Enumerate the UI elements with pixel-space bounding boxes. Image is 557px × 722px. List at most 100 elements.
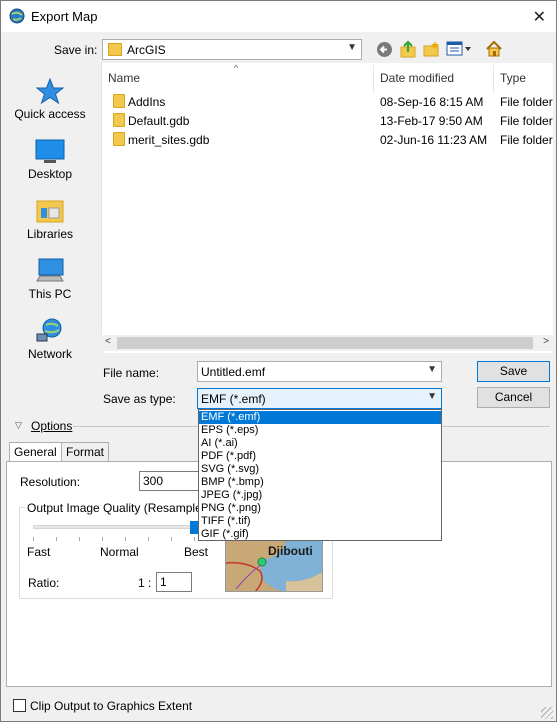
quality-tick-normal: Normal (100, 545, 139, 559)
column-divider (373, 65, 374, 93)
quality-slider-thumb[interactable] (190, 521, 198, 534)
column-header-date[interactable]: Date modified (380, 71, 454, 85)
folder-icon (113, 94, 125, 108)
type-option[interactable]: GIF (*.gif) (199, 528, 441, 541)
file-date: 08-Sep-16 8:15 AM (380, 95, 484, 109)
place-label: Quick access (14, 107, 86, 121)
type-option[interactable]: TIFF (*.tif) (199, 515, 441, 528)
scroll-right-icon[interactable]: > (543, 336, 549, 347)
place-label: Libraries (26, 227, 74, 241)
horizontal-scrollbar[interactable]: < > (101, 335, 553, 351)
column-header-type[interactable]: Type (500, 71, 526, 85)
save-in-value: ArcGIS (127, 43, 166, 57)
arcmap-globe-icon (9, 8, 25, 24)
file-name: Default.gdb (128, 114, 190, 128)
column-header-name[interactable]: Name (108, 71, 140, 85)
type-option[interactable]: PDF (*.pdf) (199, 450, 441, 463)
close-button[interactable]: ✕ (533, 7, 546, 27)
file-name-combo[interactable]: Untitled.emf ▼ (197, 361, 442, 382)
collapse-icon[interactable]: ▽ (15, 420, 22, 431)
map-label: Djibouti (268, 544, 313, 558)
save-as-type-value: EMF (*.emf) (201, 392, 266, 406)
folder-icon (108, 43, 122, 56)
tab-general[interactable]: General (9, 442, 62, 462)
place-libraries[interactable]: Libraries (6, 197, 94, 241)
ratio-label: Ratio: (28, 576, 60, 590)
title-bar: Export Map ✕ (1, 1, 556, 32)
file-name-label: File name: (103, 366, 160, 380)
file-list[interactable]: ^ Name Date modified Type AddIns 08-Sep-… (101, 63, 553, 353)
file-type: File folder (500, 133, 553, 147)
type-option[interactable]: BMP (*.bmp) (199, 476, 441, 489)
file-date: 02-Jun-16 11:23 AM (380, 133, 488, 147)
file-name: merit_sites.gdb (128, 133, 210, 147)
file-date: 13-Feb-17 9:50 AM (380, 114, 483, 128)
quality-slider-track[interactable] (33, 525, 195, 529)
star-icon (35, 77, 65, 105)
up-folder-icon[interactable] (399, 40, 417, 58)
file-type: File folder (500, 95, 553, 109)
save-button[interactable]: Save (477, 361, 550, 382)
place-quick-access[interactable]: Quick access (6, 77, 94, 121)
save-in-label: Save in: (54, 43, 98, 57)
place-desktop[interactable]: Desktop (6, 137, 94, 181)
slider-ticks (33, 537, 197, 541)
network-icon (36, 318, 62, 342)
resolution-value: 300 (143, 474, 164, 488)
back-icon[interactable] (376, 41, 393, 58)
type-option[interactable]: EPS (*.eps) (199, 424, 441, 437)
computer-icon (36, 258, 64, 282)
export-map-dialog: Export Map ✕ Save in: ArcGIS ▼ Quick acc… (0, 0, 557, 722)
place-label: Network (27, 347, 72, 361)
place-this-pc[interactable]: This PC (6, 257, 94, 301)
file-row[interactable]: Default.gdb 13-Feb-17 9:50 AM File folde… (102, 111, 554, 130)
folder-icon (113, 132, 125, 146)
save-as-type-dropdown[interactable]: EMF (*.emf) EPS (*.eps) AI (*.ai) PDF (*… (198, 409, 442, 541)
quality-group-label: Output Image Quality (Resample Ra (25, 501, 223, 515)
place-label: Desktop (27, 167, 73, 181)
type-option[interactable]: AI (*.ai) (199, 437, 441, 450)
resize-grip[interactable] (541, 707, 553, 719)
clip-checkbox[interactable] (13, 699, 26, 712)
chevron-down-icon: ▼ (427, 364, 437, 375)
sort-ascending-icon: ^ (234, 63, 239, 73)
file-name-value: Untitled.emf (201, 365, 266, 379)
file-name: AddIns (128, 95, 166, 109)
resolution-input[interactable]: 300 (139, 471, 199, 491)
type-option[interactable]: SVG (*.svg) (199, 463, 441, 476)
place-label: This PC (28, 287, 72, 301)
type-option[interactable]: PNG (*.png) (199, 502, 441, 515)
places-sidebar: Quick access Desktop Libraries This PC N… (6, 63, 94, 363)
ratio-value: 1 (160, 575, 167, 589)
cancel-button[interactable]: Cancel (477, 387, 550, 408)
file-row[interactable]: AddIns 08-Sep-16 8:15 AM File folder (102, 92, 554, 111)
place-network[interactable]: Network (6, 317, 94, 361)
map-preview: Djibouti (225, 540, 323, 592)
column-divider (493, 65, 494, 93)
view-menu-icon[interactable] (446, 41, 472, 57)
type-option[interactable]: JPEG (*.jpg) (199, 489, 441, 502)
quality-tick-best: Best (184, 545, 209, 559)
file-row[interactable]: merit_sites.gdb 02-Jun-16 11:23 AM File … (102, 130, 554, 149)
chevron-down-icon: ▼ (427, 391, 437, 402)
folder-icon (113, 113, 125, 127)
chevron-down-icon: ▼ (347, 42, 357, 53)
quality-tick-fast: Fast (27, 545, 51, 559)
libraries-icon (36, 200, 64, 223)
ratio-prefix: 1 : (138, 576, 152, 590)
clip-label: Clip Output to Graphics Extent (30, 699, 193, 713)
scroll-left-icon[interactable]: < (105, 336, 111, 347)
save-as-type-combo[interactable]: EMF (*.emf) ▼ (197, 388, 442, 409)
options-header[interactable]: Options (31, 419, 72, 433)
scrollbar-thumb[interactable] (117, 337, 533, 349)
window-title: Export Map (31, 9, 98, 24)
home-icon[interactable] (485, 40, 503, 58)
save-as-type-label: Save as type: (103, 392, 176, 406)
type-option[interactable]: EMF (*.emf) (199, 411, 441, 424)
save-in-combo[interactable]: ArcGIS ▼ (102, 39, 362, 60)
desktop-icon (35, 139, 65, 163)
resolution-label: Resolution: (20, 475, 81, 489)
ratio-input[interactable]: 1 (156, 572, 192, 592)
tab-format[interactable]: Format (61, 442, 110, 462)
new-folder-icon[interactable] (422, 40, 440, 58)
